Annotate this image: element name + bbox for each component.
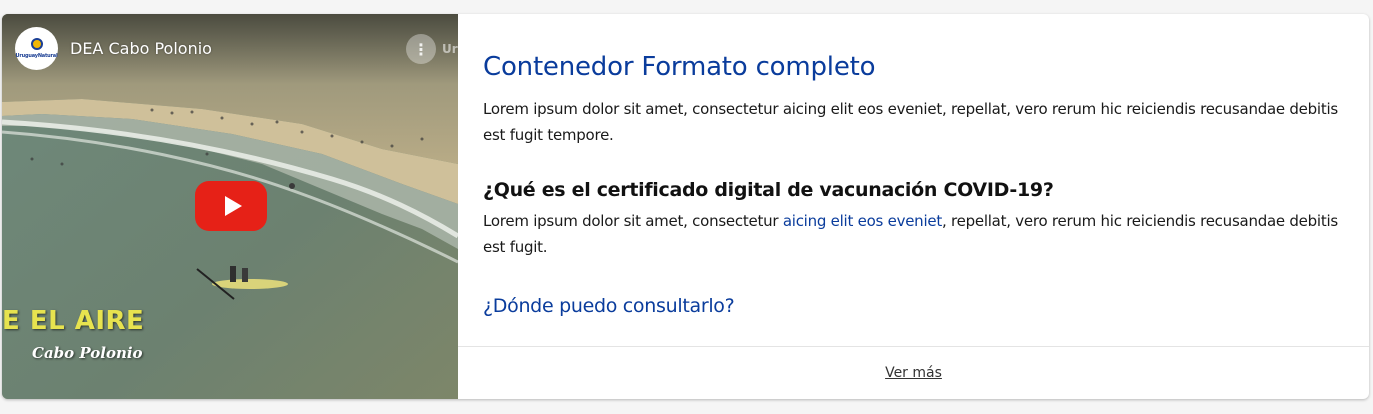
video-title[interactable]: DEA Cabo Polonio	[70, 39, 212, 58]
content-card: UruguayNatural DEA Cabo Polonio ⋮ Ur E E…	[2, 14, 1369, 399]
watermark-text: Ur	[442, 42, 458, 56]
video-overlay-title: E EL AIRE	[2, 306, 145, 336]
youtube-play-icon	[224, 196, 242, 216]
answer-text-before: Lorem ipsum dolor sit amet, consectetur	[483, 212, 783, 230]
channel-logo-text: UruguayNatural	[15, 53, 58, 59]
where-link[interactable]: ¿Dónde puedo consultarlo?	[483, 292, 735, 320]
video-player[interactable]: UruguayNatural DEA Cabo Polonio ⋮ Ur E E…	[2, 14, 458, 399]
question-heading: ¿Qué es el certificado digital de vacuna…	[483, 179, 1054, 201]
channel-logo[interactable]: UruguayNatural	[15, 27, 58, 70]
inline-link[interactable]: aicing elit eos eveniet	[783, 212, 942, 230]
card-content: Contenedor Formato completo Lorem ipsum …	[458, 14, 1369, 346]
answer-paragraph: Lorem ipsum dolor sit amet, consectetur …	[483, 208, 1343, 260]
ver-mas-link[interactable]: Ver más	[885, 365, 942, 381]
card-footer: Ver más	[458, 346, 1369, 399]
sun-icon	[30, 38, 43, 50]
video-overlay-subtitle: Cabo Polonio	[32, 344, 143, 362]
intro-paragraph: Lorem ipsum dolor sit amet, consectetur …	[483, 100, 1338, 144]
play-button[interactable]	[195, 181, 267, 231]
watermark-icon: ⋮	[406, 34, 436, 64]
card-title: Contenedor Formato completo	[483, 52, 876, 82]
